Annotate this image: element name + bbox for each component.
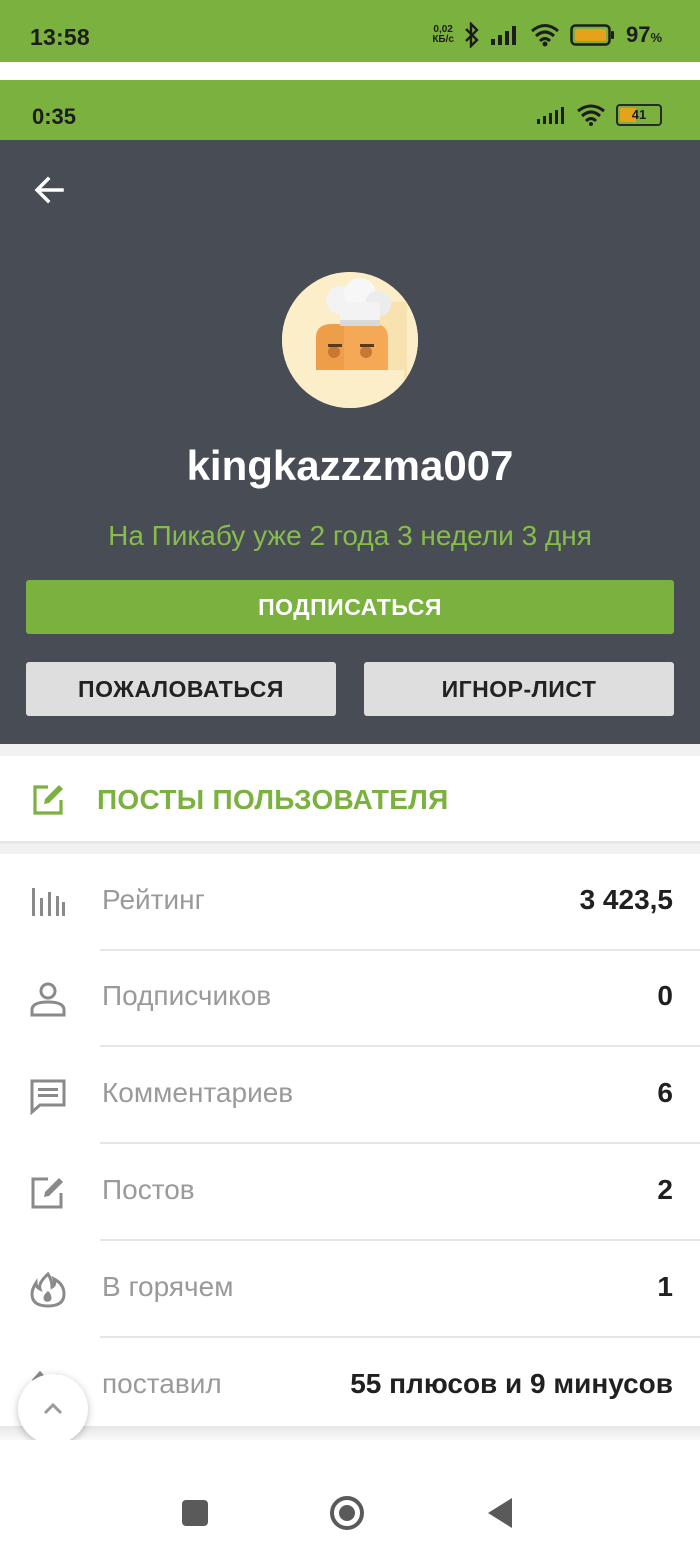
ignore-list-button[interactable]: ИГНОР-ЛИСТ xyxy=(364,662,674,716)
stat-row-comments: Комментариев 6 xyxy=(0,1047,700,1144)
stat-value: 55 плюсов и 9 минусов xyxy=(350,1368,673,1399)
back-icon[interactable] xyxy=(488,1498,512,1528)
stat-value: 1 xyxy=(657,1271,673,1302)
stat-label: В горячем xyxy=(102,1271,234,1302)
battery-percent: 97% xyxy=(625,22,662,47)
recents-icon[interactable] xyxy=(182,1500,208,1526)
signal-icon xyxy=(490,26,516,45)
fire-icon xyxy=(30,1271,66,1308)
stat-value: 0 xyxy=(657,980,673,1011)
profile-header: kingkazzzma007 На Пикабу уже 2 года 3 не… xyxy=(0,140,700,744)
member-since: На Пикабу уже 2 года 3 недели 3 дня xyxy=(108,520,592,551)
inner-status-time: 0:35 xyxy=(32,104,77,129)
network-speed: 0,02 КБ/с xyxy=(432,24,454,45)
stat-row-rating: Рейтинг 3 423,5 xyxy=(0,854,700,951)
rating-icon xyxy=(32,888,65,916)
stat-value: 3 423,5 xyxy=(579,884,673,915)
status-gap xyxy=(0,62,700,80)
bluetooth-icon xyxy=(465,22,479,48)
edit-icon xyxy=(33,785,63,815)
stat-row-subscribers: Подписчиков 0 xyxy=(0,950,700,1047)
home-icon[interactable] xyxy=(330,1496,364,1530)
report-button[interactable]: ПОЖАЛОВАТЬСЯ xyxy=(26,662,336,716)
stat-row-posts: Постов 2 xyxy=(0,1144,700,1241)
stats-list: Рейтинг 3 423,5 Подписчиков 0 Комментари… xyxy=(0,854,700,1426)
scroll-to-top-button[interactable] xyxy=(18,1374,88,1444)
divider xyxy=(0,844,700,854)
divider xyxy=(0,744,700,756)
stat-row-hot: В горячем 1 xyxy=(0,1241,700,1338)
stat-label: Рейтинг xyxy=(102,884,205,915)
stat-value: 6 xyxy=(657,1077,673,1108)
wifi-icon xyxy=(577,104,605,126)
stat-label: поставил xyxy=(102,1368,222,1399)
stat-value: 2 xyxy=(657,1174,673,1205)
signal-icon xyxy=(537,107,564,124)
battery-icon xyxy=(570,24,614,46)
subscribe-button[interactable]: ПОДПИСАТЬСЯ xyxy=(26,580,674,634)
system-nav-bar xyxy=(0,1440,700,1556)
outer-status-icons: 0,02 КБ/с 97% xyxy=(432,22,662,48)
chef-mascot-icon xyxy=(282,272,418,408)
chevron-up-icon xyxy=(43,1402,63,1415)
back-arrow-icon[interactable] xyxy=(32,172,68,208)
battery-icon: 41 xyxy=(616,104,662,126)
wifi-icon xyxy=(530,24,559,47)
stat-label: Постов xyxy=(102,1174,195,1205)
user-posts-link[interactable]: ПОСТЫ ПОЛЬЗОВАТЕЛЯ xyxy=(0,756,700,844)
inner-status-bar: 0:35 41 xyxy=(0,80,700,140)
comment-icon xyxy=(30,1079,66,1115)
divider xyxy=(0,1426,700,1440)
user-posts-label: ПОСТЫ ПОЛЬЗОВАТЕЛЯ xyxy=(97,784,449,815)
inner-status-icons: 41 xyxy=(536,104,662,126)
stat-row-votes: поставил 55 плюсов и 9 минусов xyxy=(0,1338,700,1426)
stat-label: Комментариев xyxy=(102,1077,294,1108)
outer-status-time: 13:58 xyxy=(30,24,90,50)
avatar[interactable] xyxy=(282,272,418,408)
person-icon xyxy=(30,982,66,1017)
outer-status-bar: 13:58 0,02 КБ/с 97% xyxy=(0,0,700,62)
stat-label: Подписчиков xyxy=(102,980,272,1011)
edit-icon xyxy=(31,1177,63,1209)
username: kingkazzzma007 xyxy=(186,442,514,489)
